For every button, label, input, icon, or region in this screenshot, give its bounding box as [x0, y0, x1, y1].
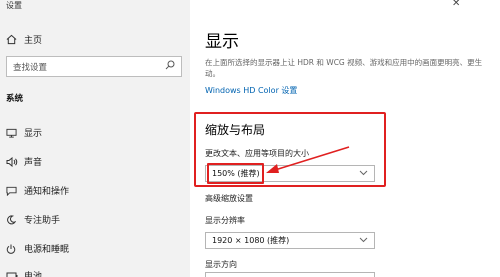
annotation-arrow-icon	[266, 146, 350, 173]
